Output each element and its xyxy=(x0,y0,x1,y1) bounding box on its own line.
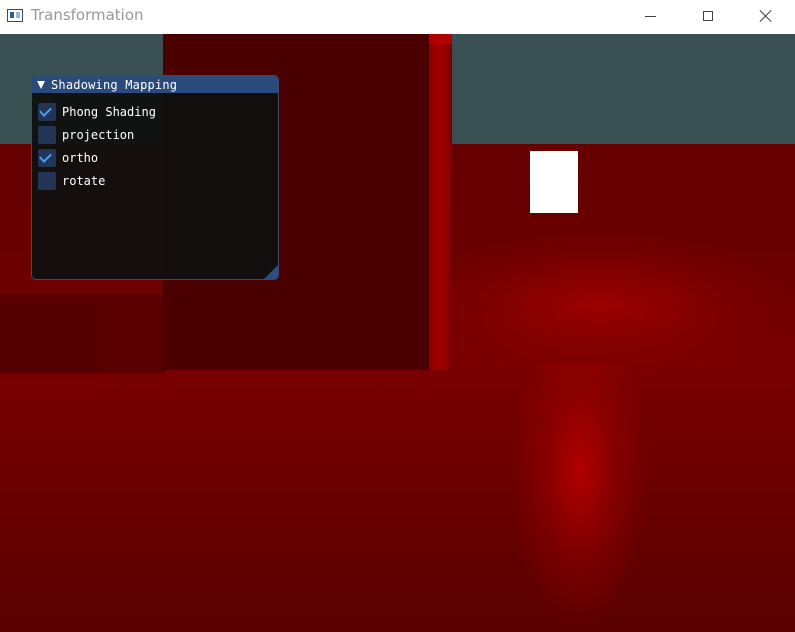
floor-shadow-dark xyxy=(0,304,100,374)
close-icon xyxy=(759,9,773,23)
minimize-icon xyxy=(644,15,656,17)
checkbox-rotate[interactable]: rotate xyxy=(38,172,105,190)
checkbox-box[interactable] xyxy=(38,103,56,121)
checkbox-label: ortho xyxy=(62,151,99,165)
floor-light-streak xyxy=(510,364,650,632)
maximize-icon xyxy=(703,11,713,21)
checkbox-phong-shading[interactable]: Phong Shading xyxy=(38,103,156,121)
resize-grip-icon[interactable] xyxy=(264,265,278,279)
floor-light-glow xyxy=(420,234,780,374)
cube-side-face xyxy=(429,34,452,370)
window-titlebar: Transformation xyxy=(0,0,795,34)
checkbox-label: projection xyxy=(62,128,135,142)
panel-title: Shadowing Mapping xyxy=(51,77,178,92)
checkbox-projection[interactable]: projection xyxy=(38,126,134,144)
checkbox-label: rotate xyxy=(62,174,106,188)
app-window-icon xyxy=(7,9,23,22)
checkbox-ortho[interactable]: ortho xyxy=(38,149,98,167)
close-button[interactable] xyxy=(737,0,795,32)
checkbox-box[interactable] xyxy=(38,172,56,190)
checkbox-label: Phong Shading xyxy=(62,105,156,119)
checkbox-box[interactable] xyxy=(38,126,56,144)
window-title: Transformation xyxy=(31,6,144,24)
shadow-mapping-panel[interactable]: Shadowing Mapping Phong Shading projecti… xyxy=(31,75,279,280)
panel-header[interactable]: Shadowing Mapping xyxy=(32,76,278,93)
light-source-marker xyxy=(530,151,578,213)
triangle-down-icon[interactable] xyxy=(37,80,45,89)
checkbox-box[interactable] xyxy=(38,149,56,167)
minimize-button[interactable] xyxy=(621,0,679,32)
cube-top-edge xyxy=(429,34,452,44)
maximize-button[interactable] xyxy=(679,0,737,32)
